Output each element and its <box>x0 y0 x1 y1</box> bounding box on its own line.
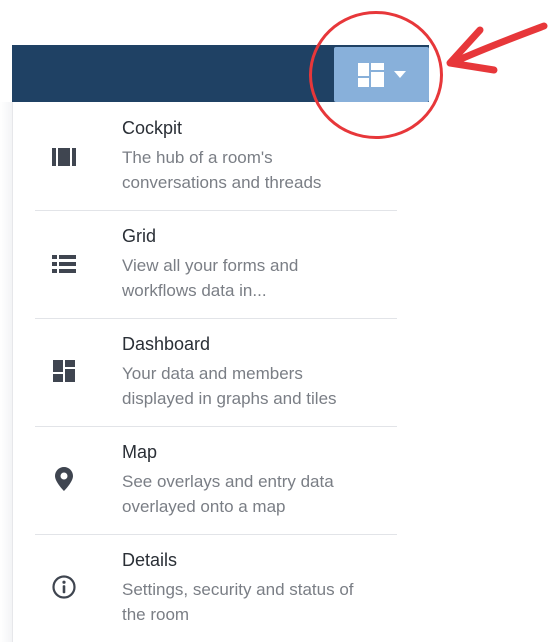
menu-item-description-line: See overlays and entry data <box>122 472 334 491</box>
annotation-arrow-icon <box>446 22 548 74</box>
menu-item-description: View all your forms and workflows data i… <box>122 253 412 303</box>
menu-shadow <box>0 102 12 642</box>
menu-item-description-line: conversations and threads <box>122 173 322 192</box>
menu-item-title: Dashboard <box>122 334 211 354</box>
menu-item-title: Map <box>122 442 158 462</box>
menu-item-grid[interactable]: Grid View all your forms and workflows d… <box>35 210 397 319</box>
menu-item-description: See overlays and entry data overlayed on… <box>122 469 412 519</box>
view-dropdown-menu: Cockpit The hub of a room's conversation… <box>12 102 413 642</box>
menu-item-description-line: workflows data in... <box>122 281 267 300</box>
menu-item-map[interactable]: Map See overlays and entry data overlaye… <box>35 426 397 535</box>
view-switcher-button[interactable] <box>334 47 429 102</box>
menu-item-description-line: The hub of a room's <box>122 148 273 167</box>
menu-item-description: Your data and members displayed in graph… <box>122 361 412 411</box>
menu-item-description-line: overlayed onto a map <box>122 497 286 516</box>
info-icon <box>51 574 77 600</box>
dashboard-icon <box>51 358 77 384</box>
dashboard-icon <box>357 62 384 87</box>
menu-item-description-line: displayed in graphs and tiles <box>122 389 337 408</box>
menu-item-description-line: the room <box>122 605 190 624</box>
cockpit-icon <box>51 144 77 170</box>
menu-item-title: Grid <box>122 226 157 246</box>
menu-item-description-line: Settings, security and status of <box>122 580 354 599</box>
grid-list-icon <box>51 251 77 277</box>
menu-item-dashboard[interactable]: Dashboard Your data and members displaye… <box>35 318 397 427</box>
menu-item-cockpit[interactable]: Cockpit The hub of a room's conversation… <box>35 102 397 211</box>
screenshot-stage: Cockpit The hub of a room's conversation… <box>0 0 555 642</box>
menu-item-description: The hub of a room's conversations and th… <box>122 145 412 195</box>
menu-item-description: Settings, security and status of the roo… <box>122 577 412 627</box>
menu-item-description-line: View all your forms and <box>122 256 299 275</box>
menu-item-title: Details <box>122 550 178 570</box>
map-pin-icon <box>51 466 77 492</box>
menu-item-title: Cockpit <box>122 118 183 138</box>
caret-down-icon <box>393 71 406 78</box>
menu-item-details[interactable]: Details Settings, security and status of… <box>35 534 397 642</box>
menu-item-description-line: Your data and members <box>122 364 303 383</box>
